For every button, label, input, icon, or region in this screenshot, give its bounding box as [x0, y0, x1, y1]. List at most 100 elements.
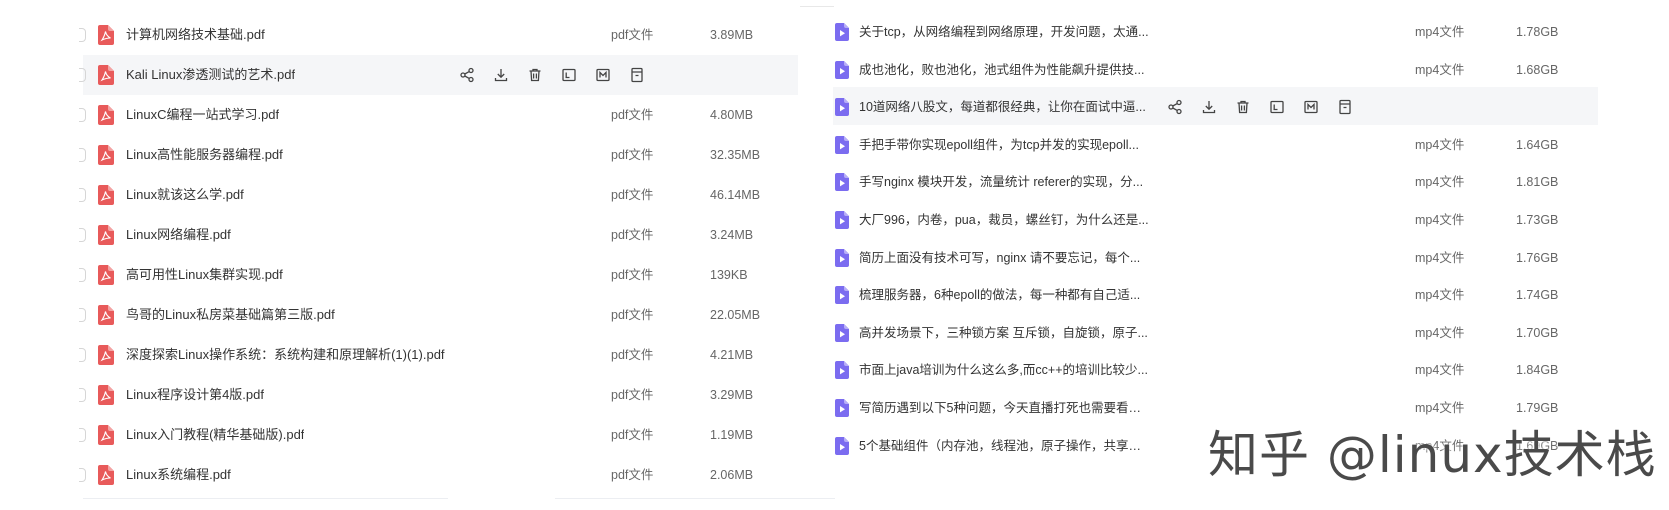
- file-row[interactable]: 成也池化，败也池化，池式组件为性能飙升提供技... mp4文件 1.68GB: [833, 50, 1598, 88]
- pdf-file-list: 计算机网络技术基础.pdf pdf文件 3.89MB Kali Linux渗透测试的艺…: [79, 15, 798, 495]
- download-button[interactable]: [491, 65, 511, 85]
- row-checkbox[interactable]: [79, 148, 86, 162]
- more-button[interactable]: [1335, 97, 1355, 117]
- file-row[interactable]: Linux网络编程.pdf pdf文件 3.24MB: [79, 215, 798, 255]
- file-name[interactable]: 关于tcp，从网络编程到网络原理，开发问题，太通...: [859, 12, 1149, 52]
- file-size: 3.29MB: [710, 388, 754, 402]
- file-row[interactable]: 鸟哥的Linux私房菜基础篇第三版.pdf pdf文件 22.05MB: [79, 295, 798, 335]
- file-name[interactable]: 深度探索Linux操作系统：系统构建和原理解析(1)(1).pdf: [126, 335, 445, 375]
- file-size: 22.05MB: [710, 308, 761, 322]
- file-type: pdf文件: [611, 388, 654, 402]
- file-row[interactable]: 高并发场景下，三种锁方案 互斥锁，自旋锁，原子... mp4文件 1.70GB: [833, 313, 1598, 351]
- file-name[interactable]: 市面上java培训为什么这么多,而cc++的培训比较少...: [859, 350, 1148, 390]
- download-button[interactable]: [1199, 97, 1219, 117]
- file-row[interactable]: Linux就该这么学.pdf pdf文件 46.14MB: [79, 175, 798, 215]
- file-type: mp4文件: [1415, 363, 1465, 378]
- file-name[interactable]: Linux系统编程.pdf: [126, 455, 231, 495]
- file-name[interactable]: 大厂996，内卷，pua，裁员，螺丝钉，为什么还是...: [859, 200, 1149, 240]
- file-size: 3.89MB: [710, 28, 754, 42]
- file-name[interactable]: LinuxC编程一站式学习.pdf: [126, 95, 279, 135]
- file-name[interactable]: 高可用性Linux集群实现.pdf: [126, 255, 283, 295]
- file-row[interactable]: 深度探索Linux操作系统：系统构建和原理解析(1)(1).pdf pdf文件 4.…: [79, 335, 798, 375]
- row-checkbox[interactable]: [79, 68, 86, 82]
- row-checkbox[interactable]: [79, 428, 86, 442]
- file-type: mp4文件: [1415, 25, 1465, 39]
- file-name[interactable]: 鸟哥的Linux私房菜基础篇第三版.pdf: [126, 295, 335, 335]
- row-checkbox[interactable]: [79, 308, 86, 322]
- file-name[interactable]: 手把手带你实现epoll组件，为tcp并发的实现epoll...: [859, 125, 1139, 165]
- file-name[interactable]: Linux程序设计第4版.pdf: [126, 375, 264, 415]
- row-checkbox[interactable]: [79, 188, 86, 202]
- rename-button[interactable]: [559, 65, 579, 85]
- pdf-icon: [98, 145, 114, 165]
- share-icon: [459, 67, 475, 83]
- share-button[interactable]: [1165, 97, 1185, 117]
- file-name[interactable]: 5个基础组件（内存池，线程池，原子操作，共享内...: [859, 426, 1149, 466]
- file-row[interactable]: Kali Linux渗透测试的艺术.pdf: [79, 55, 798, 95]
- file-type: pdf文件: [611, 228, 654, 242]
- file-row[interactable]: 大厂996，内卷，pua，裁员，螺丝钉，为什么还是... mp4文件 1.73GB: [833, 200, 1598, 238]
- move-button[interactable]: [593, 65, 613, 85]
- file-name[interactable]: 计算机网络技术基础.pdf: [126, 15, 265, 55]
- file-row[interactable]: 10道网络八股文，每道都很经典，让你在面试中逼...: [833, 87, 1598, 125]
- row-checkbox[interactable]: [79, 108, 86, 122]
- file-type: pdf文件: [611, 108, 654, 122]
- file-name[interactable]: Kali Linux渗透测试的艺术.pdf: [126, 55, 295, 95]
- file-size: 1.84GB: [1516, 363, 1559, 378]
- file-name[interactable]: 10道网络八股文，每道都很经典，让你在面试中逼...: [859, 87, 1146, 127]
- row-actions: [1165, 87, 1369, 127]
- row-checkbox[interactable]: [79, 268, 86, 282]
- file-row[interactable]: 高可用性Linux集群实现.pdf pdf文件 139KB: [79, 255, 798, 295]
- file-type: mp4文件: [1415, 212, 1465, 227]
- file-row[interactable]: 关于tcp，从网络编程到网络原理，开发问题，太通... mp4文件 1.78GB: [833, 12, 1598, 50]
- delete-button[interactable]: [525, 65, 545, 85]
- file-name[interactable]: 梳理服务器，6种epoll的做法，每一种都有自己适...: [859, 275, 1140, 315]
- file-name[interactable]: Linux网络编程.pdf: [126, 215, 231, 255]
- move-button[interactable]: [1301, 97, 1321, 117]
- video-icon: [835, 98, 849, 117]
- file-row[interactable]: Linux入门教程(精华基础版).pdf pdf文件 1.19MB: [79, 415, 798, 455]
- more-button[interactable]: [627, 65, 647, 85]
- file-row[interactable]: 梳理服务器，6种epoll的做法，每一种都有自己适... mp4文件 1.74GB: [833, 275, 1598, 313]
- file-type: pdf文件: [611, 348, 654, 362]
- file-type: pdf文件: [611, 428, 654, 442]
- watermark: 知乎 @linux技术栈: [1208, 426, 1657, 484]
- file-row[interactable]: 简历上面没有技术可写，nginx 请不要忘记，每个... mp4文件 1.76GB: [833, 238, 1598, 276]
- file-name[interactable]: Linux高性能服务器编程.pdf: [126, 135, 283, 175]
- delete-button[interactable]: [1233, 97, 1253, 117]
- file-type: mp4文件: [1415, 250, 1465, 265]
- row-checkbox[interactable]: [79, 468, 86, 482]
- rename-button[interactable]: [1267, 97, 1287, 117]
- file-name[interactable]: 手写nginx 模块开发，流量统计 referer的实现，分...: [859, 162, 1143, 202]
- video-icon: [835, 436, 849, 455]
- video-icon: [835, 286, 849, 305]
- file-row[interactable]: LinuxC编程一站式学习.pdf pdf文件 4.80MB: [79, 95, 798, 135]
- row-checkbox[interactable]: [79, 388, 86, 402]
- file-row[interactable]: 计算机网络技术基础.pdf pdf文件 3.89MB: [79, 15, 798, 55]
- file-name[interactable]: 写简历遇到以下5种问题，今天直播打死也需要看完...: [859, 388, 1149, 428]
- file-name[interactable]: Linux入门教程(精华基础版).pdf: [126, 415, 304, 455]
- file-type: mp4文件: [1415, 137, 1465, 152]
- file-row[interactable]: Linux系统编程.pdf pdf文件 2.06MB: [79, 455, 798, 495]
- file-row[interactable]: 市面上java培训为什么这么多,而cc++的培训比较少... mp4文件 1.84G…: [833, 350, 1598, 388]
- pdf-icon: [98, 225, 114, 245]
- video-icon: [835, 210, 849, 229]
- file-name[interactable]: Linux就该这么学.pdf: [126, 175, 244, 215]
- pdf-icon: [98, 345, 114, 365]
- file-row[interactable]: Linux高性能服务器编程.pdf pdf文件 32.35MB: [79, 135, 798, 175]
- file-row[interactable]: 手把手带你实现epoll组件，为tcp并发的实现epoll... mp4文件 1.6…: [833, 125, 1598, 163]
- file-name[interactable]: 高并发场景下，三种锁方案 互斥锁，自旋锁，原子...: [859, 313, 1148, 353]
- file-row[interactable]: 手写nginx 模块开发，流量统计 referer的实现，分... mp4文件 1.…: [833, 162, 1598, 200]
- row-checkbox[interactable]: [79, 28, 86, 42]
- more-icon: [1337, 99, 1353, 115]
- file-row[interactable]: Linux程序设计第4版.pdf pdf文件 3.29MB: [79, 375, 798, 415]
- divider: [83, 498, 448, 499]
- row-checkbox[interactable]: [79, 348, 86, 362]
- file-size: 46.14MB: [710, 188, 761, 202]
- video-icon: [835, 173, 849, 192]
- share-button[interactable]: [457, 65, 477, 85]
- file-name[interactable]: 简历上面没有技术可写，nginx 请不要忘记，每个...: [859, 238, 1140, 278]
- row-checkbox[interactable]: [79, 228, 86, 242]
- file-name[interactable]: 成也池化，败也池化，池式组件为性能飙升提供技...: [859, 50, 1144, 90]
- share-icon: [1167, 99, 1183, 115]
